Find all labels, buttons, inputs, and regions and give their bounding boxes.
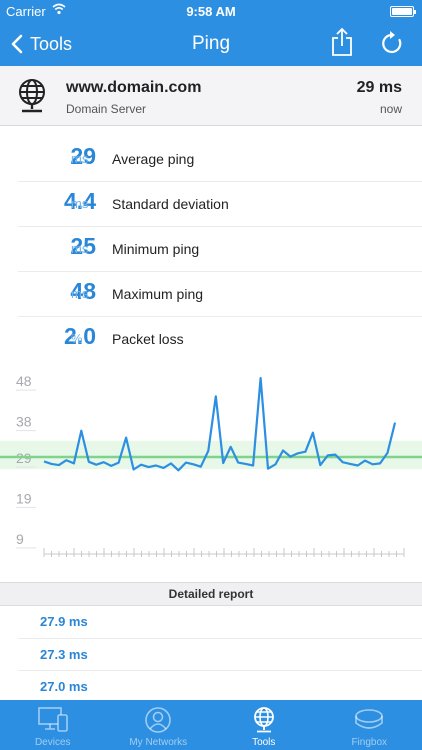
stat-label: Maximum ping [112, 286, 204, 302]
host-header: www.domain.com Domain Server 29 ms now [0, 66, 422, 126]
tab-fingbox[interactable]: Fingbox [317, 700, 422, 750]
host-time: now [379, 102, 402, 116]
tab-bar: Devices My Networks Tools Fingbox [0, 700, 422, 750]
tab-label: My Networks [129, 737, 188, 748]
report-header: Detailed report [0, 582, 422, 606]
globe-icon [253, 707, 274, 733]
navigation-bar: Carrier 9:58 AM Tools Ping [0, 0, 422, 66]
stat-std-deviation: 4.4 ms Standard deviation [18, 182, 422, 227]
battery-icon [390, 6, 416, 17]
ping-chart-svg: 483829199 [0, 373, 422, 557]
ping-stats: 29 ms Average ping 4.4 ms Standard devia… [0, 137, 422, 362]
tab-devices[interactable]: Devices [0, 700, 106, 750]
report-row[interactable]: 27.3 ms [18, 639, 422, 671]
refresh-icon[interactable] [380, 30, 404, 56]
share-icon[interactable] [330, 27, 354, 57]
clock: 9:58 AM [186, 4, 236, 19]
stat-label: Average ping [112, 151, 195, 167]
stat-unit: % [71, 331, 83, 346]
y-tick-label: 48 [16, 373, 32, 389]
tab-my-networks[interactable]: My Networks [106, 700, 212, 750]
status-bar: Carrier 9:58 AM [0, 0, 422, 22]
report-row[interactable]: 27.0 ms [18, 671, 422, 704]
stat-maximum: 48 ms Maximum ping [18, 272, 422, 317]
stat-unit: ms [71, 241, 89, 256]
stat-packet-loss: 2.0 % Packet loss [18, 317, 422, 362]
stat-average: 29 ms Average ping [18, 137, 422, 182]
globe-server-icon [19, 79, 45, 113]
y-tick-label: 38 [16, 414, 32, 430]
tab-label: Tools [252, 737, 276, 748]
host-subtitle: Domain Server [66, 102, 147, 116]
tab-label: Devices [34, 737, 71, 748]
page-title: Ping [191, 33, 231, 54]
y-tick-label: 9 [16, 531, 24, 547]
stat-unit: ms [71, 286, 89, 301]
host-name: www.domain.com [66, 79, 202, 96]
stat-label: Packet loss [112, 331, 184, 347]
ping-chart: 483829199 [0, 364, 422, 586]
stat-unit: ms [71, 151, 89, 166]
stat-unit: ms [71, 196, 89, 211]
tab-tools[interactable]: Tools [211, 700, 317, 750]
user-icon [145, 707, 172, 733]
host-latency: 29 ms [356, 79, 402, 96]
tab-label: Fingbox [351, 737, 388, 748]
stat-label: Minimum ping [112, 241, 200, 257]
fingbox-icon [355, 709, 384, 729]
stat-label: Standard deviation [112, 196, 229, 212]
report-row[interactable]: 27.9 ms [18, 606, 422, 639]
y-tick-label: 19 [16, 490, 32, 506]
report-list: 27.9 ms 27.3 ms 27.0 ms [0, 606, 422, 704]
stat-minimum: 25 ms Minimum ping [18, 227, 422, 272]
devices-icon [37, 707, 68, 732]
